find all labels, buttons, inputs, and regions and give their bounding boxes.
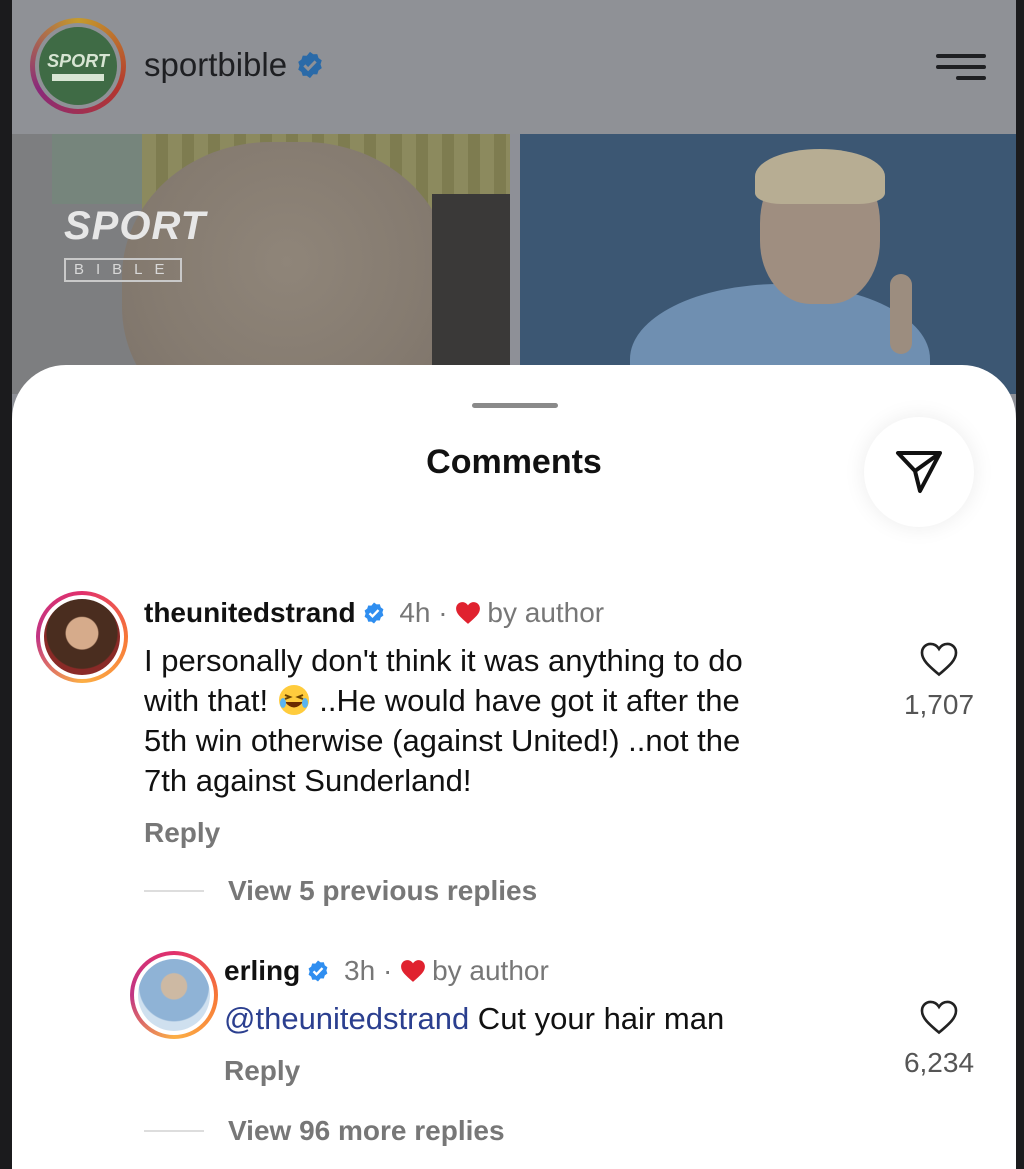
like-button[interactable]: 1,707 xyxy=(884,641,994,721)
heart-filled-icon xyxy=(401,960,425,982)
laughing-emoji-icon xyxy=(278,685,309,715)
meta-separator: · xyxy=(438,597,448,628)
comments-sheet: Comments theunitedstrand 4h · by author … xyxy=(12,365,1016,1169)
avatar-logo-text: SPORT xyxy=(47,51,109,71)
account-avatar[interactable]: SPORT xyxy=(30,18,126,114)
heart-filled-icon xyxy=(456,602,481,624)
reply-button[interactable]: Reply xyxy=(144,817,220,849)
view-previous-replies[interactable]: View 5 previous replies xyxy=(144,875,537,907)
paper-plane-icon xyxy=(896,451,942,493)
account-name: sportbible xyxy=(144,46,288,83)
comment-text-line: with that! ..He would have got it after … xyxy=(144,683,740,718)
heart-outline-icon xyxy=(920,642,958,677)
sportbible-watermark-sub: BIBLE xyxy=(64,258,182,282)
meta-separator: · xyxy=(382,955,393,986)
like-count: 6,234 xyxy=(903,1047,975,1078)
liked-by-author-label: by author xyxy=(487,597,605,628)
menu-icon[interactable] xyxy=(936,52,986,82)
comment-meta: theunitedstrand 4h · by author xyxy=(144,597,604,629)
verified-icon xyxy=(364,602,383,624)
post-header: SPORT sportbible xyxy=(12,0,1016,134)
sportbible-watermark: SPORT xyxy=(64,204,207,248)
verified-icon xyxy=(298,51,322,79)
post-image-right[interactable] xyxy=(520,134,1016,394)
comment-username[interactable]: erling xyxy=(224,955,300,986)
heart-outline-icon xyxy=(920,1000,958,1035)
comment-text: @theunitedstrand Cut your hair man xyxy=(224,999,724,1039)
view-replies-label: View 5 previous replies xyxy=(228,875,538,906)
sheet-grabber[interactable] xyxy=(472,403,558,408)
comment-time: 3h xyxy=(344,955,376,986)
comment-text-line: 5th win otherwise (against United!) ..no… xyxy=(144,723,741,758)
commenter-avatar[interactable] xyxy=(130,951,218,1039)
liked-by-author-label: by author xyxy=(432,955,549,986)
commenter-avatar[interactable] xyxy=(36,591,128,683)
comment-text-line: I personally don't think it was anything… xyxy=(144,643,743,678)
view-replies-label: View 96 more replies xyxy=(228,1115,505,1146)
share-button[interactable] xyxy=(864,417,974,527)
comment-text-body: Cut your hair man xyxy=(469,1001,725,1036)
verified-icon xyxy=(308,960,328,982)
comment-time: 4h xyxy=(399,597,431,628)
comment-mention[interactable]: @theunitedstrand xyxy=(224,1001,469,1036)
post-image-left[interactable]: SPORT BIBLE xyxy=(12,134,510,394)
like-count: 1,707 xyxy=(903,689,975,720)
comment-text-line: 7th against Sunderland! xyxy=(144,763,472,798)
like-button[interactable]: 6,234 xyxy=(884,999,994,1079)
comment-text: I personally don't think it was anything… xyxy=(144,641,743,801)
comment-username[interactable]: theunitedstrand xyxy=(144,597,356,628)
reply-button[interactable]: Reply xyxy=(224,1055,300,1087)
comment-meta: erling 3h · by author xyxy=(224,955,549,987)
account-handle[interactable]: sportbible xyxy=(144,46,325,84)
view-more-replies[interactable]: View 96 more replies xyxy=(144,1115,505,1147)
